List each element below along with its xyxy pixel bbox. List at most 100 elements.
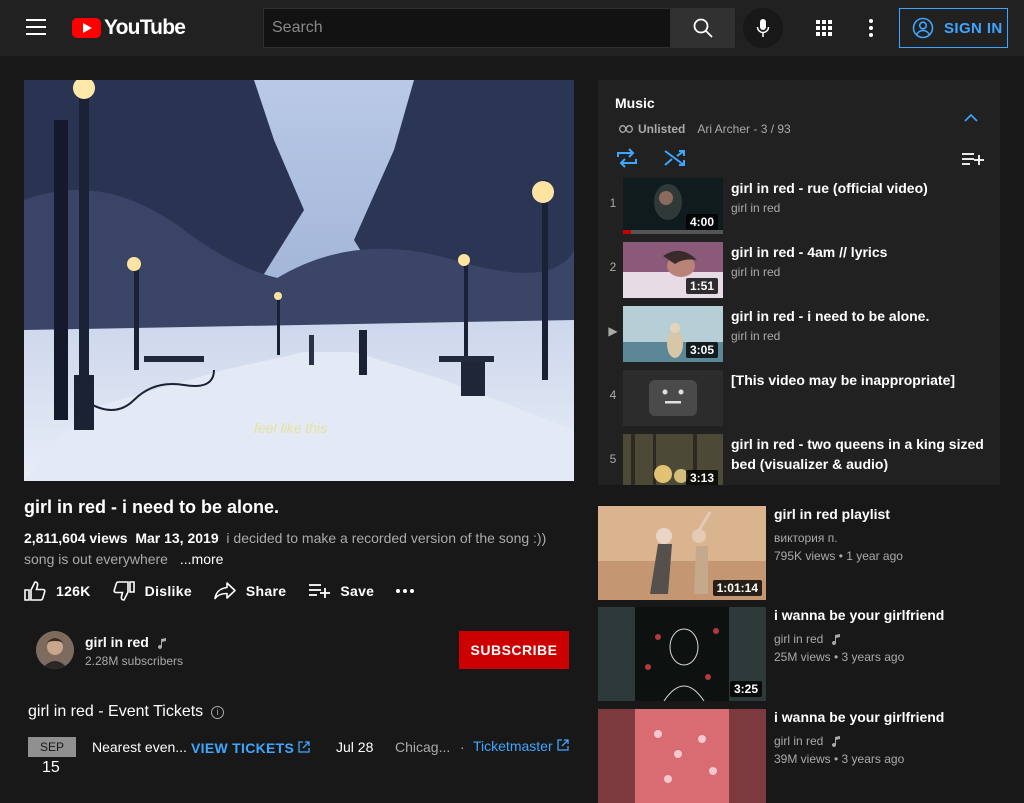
voice-search-button[interactable] bbox=[743, 8, 783, 48]
recommended-channel-name: girl in red bbox=[774, 632, 824, 646]
chevron-up-icon bbox=[964, 113, 978, 122]
recommended-title: girl in red playlist bbox=[774, 506, 890, 522]
now-playing-marker: ▶ bbox=[608, 324, 618, 338]
playlist-title[interactable]: Music bbox=[615, 95, 655, 111]
like-count: 126K bbox=[56, 583, 91, 599]
playlist-add-icon bbox=[309, 584, 331, 598]
dislike-label: Dislike bbox=[144, 583, 192, 599]
view-tickets-link[interactable]: VIEW TICKETS bbox=[191, 740, 311, 756]
save-label: Save bbox=[340, 583, 375, 599]
logo-text: YouTube bbox=[104, 16, 186, 39]
search-input[interactable] bbox=[263, 8, 671, 48]
ticket-vendor: Ticketmaster bbox=[473, 738, 553, 754]
channel-name-text: girl in red bbox=[85, 634, 149, 650]
playlist-item-title: girl in red - 4am // lyrics bbox=[731, 244, 888, 260]
share-button[interactable]: Share bbox=[214, 582, 286, 600]
playlist-item-index: 1 bbox=[609, 196, 617, 210]
playlist-item-thumbnail bbox=[623, 370, 723, 426]
video-title: girl in red - i need to be alone. bbox=[24, 497, 280, 517]
event-tickets-heading: girl in red - Event Tickets i bbox=[28, 703, 225, 721]
playlist-item[interactable]: 4 [This video may be inappropriate] bbox=[598, 370, 1000, 434]
playlist-item-duration: 1:51 bbox=[685, 278, 718, 294]
playlist-item-index: 5 bbox=[609, 452, 617, 466]
playlist-item-title: girl in red - i need to be alone. bbox=[731, 308, 930, 324]
playlist-item-thumbnail: 1:51 bbox=[623, 242, 723, 298]
event-month: SEP bbox=[28, 737, 76, 757]
playlist-item-duration: 4:00 bbox=[685, 214, 718, 230]
external-link-icon bbox=[298, 741, 311, 753]
recommended-channel: виктория п. bbox=[774, 531, 838, 545]
apps-grid-icon bbox=[816, 20, 832, 36]
event-separator: · bbox=[460, 739, 465, 755]
channel-avatar-image bbox=[36, 631, 74, 669]
more-horizontal-icon bbox=[396, 589, 415, 593]
show-more-link[interactable]: ...more bbox=[180, 551, 224, 567]
thumbnail-image bbox=[598, 709, 766, 803]
shuffle-playlist-button[interactable] bbox=[664, 148, 686, 173]
music-note-icon bbox=[831, 736, 840, 748]
recommended-thumbnail: 1:01:14 bbox=[598, 506, 766, 600]
playlist-item-thumbnail: 3:05 bbox=[623, 306, 723, 362]
info-icon[interactable]: i bbox=[211, 705, 225, 719]
event-day: 15 bbox=[42, 759, 60, 776]
recommended-duration: 1:01:14 bbox=[712, 580, 762, 596]
music-note-icon bbox=[157, 637, 166, 649]
playlist-item[interactable]: 2 1:51 girl in red - 4am // lyrics girl … bbox=[598, 242, 1000, 306]
subscriber-count: 2.28M subscribers bbox=[85, 654, 184, 668]
video-description[interactable]: 2,811,604 views Mar 13, 2019 i decided t… bbox=[24, 528, 564, 570]
collapse-playlist-button[interactable] bbox=[964, 109, 978, 127]
recommended-title: i wanna be your girlfriend bbox=[774, 607, 945, 623]
search-button[interactable] bbox=[671, 8, 735, 48]
recommended-channel: girl in red bbox=[774, 632, 841, 646]
apps-button[interactable] bbox=[804, 8, 844, 48]
video-caption: feel like this bbox=[254, 420, 328, 436]
recommended-meta: 25M views • 3 years ago bbox=[774, 650, 905, 664]
youtube-play-icon bbox=[72, 18, 101, 38]
playlist-item-title: [This video may be inappropriate] bbox=[731, 372, 956, 388]
more-actions-button[interactable] bbox=[396, 589, 424, 593]
recommended-thumbnail bbox=[598, 709, 766, 803]
channel-name[interactable]: girl in red bbox=[85, 634, 167, 650]
thumbs-up-icon bbox=[24, 581, 46, 601]
playlist-item-index: 4 bbox=[609, 388, 617, 402]
playlist-visibility: Unlisted bbox=[638, 122, 686, 136]
sign-in-button[interactable]: SIGN IN bbox=[899, 8, 1008, 48]
account-icon bbox=[912, 17, 934, 39]
playlist-item[interactable]: 5 3:13 girl in red - two queens in a kin… bbox=[598, 434, 1000, 485]
dislike-button[interactable]: Dislike bbox=[113, 581, 192, 601]
event-tickets-title: girl in red - Event Tickets bbox=[28, 703, 204, 720]
playlist-owner-position: Ari Archer - 3 / 93 bbox=[697, 122, 791, 136]
channel-avatar[interactable] bbox=[36, 631, 74, 669]
playlist-item-channel: girl in red bbox=[731, 265, 781, 279]
save-button[interactable]: Save bbox=[308, 583, 374, 599]
playlist-item-current[interactable]: ▶ 3:05 girl in red - i need to be alone.… bbox=[598, 306, 1000, 370]
event-city: Chicag... bbox=[395, 739, 451, 755]
recommended-video[interactable]: 1:01:14 girl in red playlist виктория п.… bbox=[598, 506, 1018, 600]
playlist-item-index: 2 bbox=[609, 260, 617, 274]
thumbs-down-icon bbox=[113, 581, 135, 601]
sign-in-label: SIGN IN bbox=[944, 19, 1003, 37]
subscribe-button[interactable]: SUBSCRIBE bbox=[459, 631, 569, 669]
playlist-add-icon bbox=[962, 153, 984, 165]
menu-icon[interactable] bbox=[26, 19, 46, 35]
recommended-video[interactable]: 3:25 i wanna be your girlfriend girl in … bbox=[598, 607, 1018, 701]
playlist-item-thumbnail: 3:13 bbox=[623, 434, 723, 485]
like-button[interactable]: 126K bbox=[24, 581, 91, 601]
music-note-icon bbox=[831, 634, 840, 646]
recommended-duration: 3:25 bbox=[729, 681, 762, 697]
playlist-header: Music Unlisted Ari Archer - 3 / 93 bbox=[598, 80, 1000, 178]
settings-more-button[interactable] bbox=[851, 8, 891, 48]
ticketmaster-link[interactable]: Ticketmaster bbox=[473, 738, 569, 754]
loop-playlist-button[interactable] bbox=[616, 148, 638, 173]
top-bar: YouTube SIGN IN bbox=[0, 0, 1024, 56]
playlist-item-thumbnail: 4:00 bbox=[623, 178, 723, 234]
recommended-video[interactable]: i wanna be your girlfriend girl in red 3… bbox=[598, 709, 1018, 803]
playlist-item[interactable]: 1 4:00 girl in red - rue (official video… bbox=[598, 178, 1000, 242]
playlist-item-title: girl in red - rue (official video) bbox=[731, 180, 928, 196]
youtube-logo[interactable]: YouTube bbox=[72, 16, 186, 40]
playlist-item-title: girl in red - two queens in a king sized… bbox=[731, 436, 984, 472]
video-actions: 126K Dislike Share Save bbox=[24, 578, 446, 604]
playlist-item-channel: girl in red bbox=[731, 329, 781, 343]
unavailable-video-icon bbox=[623, 370, 723, 426]
playlist-add-button[interactable] bbox=[962, 152, 984, 171]
